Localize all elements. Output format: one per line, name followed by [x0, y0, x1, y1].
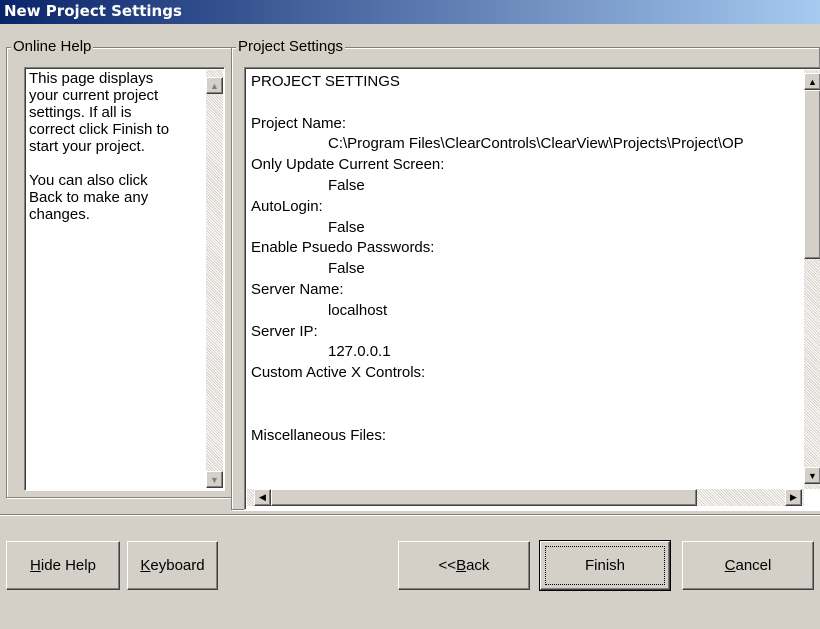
help-line: start your project.: [29, 138, 145, 155]
scroll-up-icon: ▲: [210, 80, 219, 91]
settings-line: Server Name:: [251, 280, 344, 298]
help-scrollbar[interactable]: [206, 70, 223, 488]
help-scroll-up-button[interactable]: ▲: [206, 77, 223, 94]
settings-line: localhost: [328, 301, 388, 319]
settings-line: Server IP:: [251, 322, 318, 340]
settings-line: [251, 93, 744, 114]
back-label: ack: [466, 557, 490, 574]
hide-help-button[interactable]: Hide Help: [6, 541, 120, 590]
help-scroll-down-button[interactable]: ▼: [206, 471, 223, 488]
focus-rectangle: [545, 546, 665, 585]
settings-line: Project Name:: [251, 114, 347, 132]
settings-line: [251, 384, 744, 405]
cancel-button[interactable]: Cancel: [682, 541, 814, 590]
back-button[interactable]: << Back: [398, 541, 530, 590]
settings-line: PROJECT SETTINGS: [251, 73, 400, 90]
settings-text-box: PROJECT SETTINGS Project Name: C:\Program …: [244, 67, 820, 510]
settings-line: Miscellaneous Files:: [251, 426, 387, 444]
project-settings-group: Project Settings PROJECT SETTINGS Project…: [231, 38, 820, 510]
hide-help-label: ide Help: [40, 557, 96, 574]
settings-line: C:\Program Files\ClearControls\ClearView…: [328, 135, 744, 153]
settings-line: 127.0.0.1: [328, 343, 391, 361]
help-text-box: This page displays your current project …: [24, 67, 225, 491]
project-settings-legend: Project Settings: [236, 38, 346, 55]
keyboard-label: eyboard: [150, 557, 205, 574]
window-title: New Project Settings: [4, 2, 182, 20]
help-line: your current project: [29, 87, 159, 104]
settings-line: Custom Active X Controls:: [251, 364, 426, 382]
help-line: This page displays: [29, 70, 154, 87]
settings-viewport: PROJECT SETTINGS Project Name: C:\Program …: [247, 70, 800, 489]
keyboard-accelerator: K: [140, 557, 151, 574]
hide-help-accelerator: H: [30, 557, 41, 574]
help-line: Back to make any: [29, 189, 149, 206]
settings-scroll-right-button[interactable]: ▶: [785, 489, 802, 506]
settings-text: PROJECT SETTINGS Project Name: C:\Program …: [251, 72, 744, 446]
online-help-legend: Online Help: [11, 38, 94, 55]
scroll-left-icon: ◀: [259, 492, 266, 502]
help-line: You can also click: [29, 172, 148, 189]
help-text: This page displays your current project …: [29, 70, 201, 223]
scroll-up-icon: ▲: [808, 76, 817, 87]
scroll-down-icon: ▼: [808, 470, 817, 481]
settings-line: False: [328, 176, 365, 194]
settings-line: Only Update Current Screen:: [251, 156, 445, 174]
settings-line: [251, 405, 744, 426]
online-help-group: Online Help This page displays your curr…: [6, 38, 232, 498]
settings-vscroll-thumb[interactable]: [804, 90, 820, 259]
help-line: settings. If all is: [29, 104, 132, 121]
cancel-accelerator: C: [724, 557, 736, 574]
settings-line: AutoLogin:: [251, 197, 323, 215]
keyboard-button[interactable]: Keyboard: [127, 541, 218, 590]
back-prefix: <<: [438, 557, 457, 574]
back-accelerator: B: [456, 557, 467, 574]
help-line: changes.: [29, 206, 90, 223]
button-area-divider: [0, 514, 820, 516]
scroll-right-icon: ▶: [790, 492, 797, 502]
help-line: correct click Finish to: [29, 121, 170, 138]
finish-button[interactable]: Finish: [539, 540, 671, 591]
help-line: [29, 155, 201, 172]
settings-scroll-down-button[interactable]: ▼: [804, 467, 820, 484]
title-bar: New Project Settings: [0, 0, 820, 24]
settings-line: False: [328, 260, 365, 278]
cancel-label: ancel: [735, 557, 772, 574]
settings-hscroll-thumb[interactable]: [271, 489, 697, 506]
scroll-down-icon: ▼: [210, 474, 219, 485]
settings-line: Enable Psuedo Passwords:: [251, 239, 435, 257]
settings-scroll-up-button[interactable]: ▲: [804, 73, 820, 90]
settings-line: False: [328, 218, 365, 236]
settings-scroll-left-button[interactable]: ◀: [254, 489, 271, 506]
